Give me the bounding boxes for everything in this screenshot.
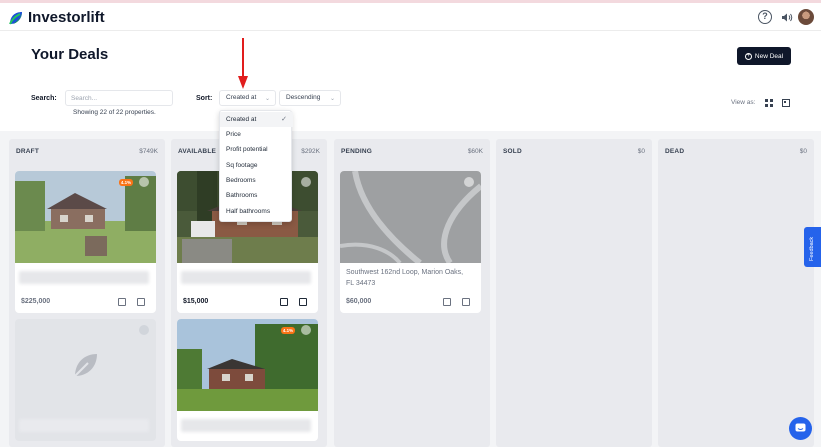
column-total: $749K [139, 148, 158, 155]
blurred-address [181, 271, 311, 284]
annotation-arrow [238, 38, 248, 89]
column-pending: PENDING $60K Southwest 162nd Loop, Mario… [334, 139, 490, 447]
search-label: Search: [31, 95, 57, 102]
page-title: Your Deals [31, 46, 109, 63]
column-title: SOLD [503, 148, 522, 155]
profit-badge: 4.1% [281, 327, 295, 334]
property-photo [15, 171, 156, 263]
column-title: DRAFT [16, 148, 40, 155]
deal-price: $225,000 [21, 298, 51, 305]
column-dead: DEAD $0 [658, 139, 814, 447]
chat-icon [795, 423, 806, 432]
app-logo[interactable]: Investorlift [8, 9, 105, 26]
app-name: Investorlift [28, 9, 105, 26]
property-photo [340, 171, 481, 263]
results-count: Showing 22 of 22 properties. [73, 109, 156, 116]
visibility-icon[interactable] [464, 177, 474, 187]
app-header: Investorlift ? [0, 3, 821, 31]
help-icon[interactable]: ? [758, 10, 772, 24]
sort-option-sq-footage[interactable]: Sq footage [220, 158, 293, 173]
deal-card[interactable]: 4.1% [177, 319, 318, 441]
column-draft: DRAFT $749K 4.1% $225,000 [9, 139, 165, 447]
check-icon: ✓ [281, 116, 287, 123]
chat-launcher[interactable] [789, 417, 812, 440]
calendar-icon[interactable] [280, 298, 288, 306]
edit-icon[interactable] [299, 298, 307, 306]
leaf-placeholder-icon [74, 354, 97, 377]
deal-card[interactable]: 4.1% $225,000 [15, 171, 156, 313]
edit-icon[interactable] [137, 298, 145, 306]
sort-option-price[interactable]: Price [220, 127, 293, 142]
list-view-icon[interactable] [782, 99, 790, 107]
sort-option-profit-potential[interactable]: Profit potential [220, 142, 293, 157]
column-title: DEAD [665, 148, 685, 155]
sort-option-bathrooms[interactable]: Bathrooms [220, 188, 293, 203]
edit-icon[interactable] [462, 298, 470, 306]
column-sold: SOLD $0 [496, 139, 652, 447]
visibility-icon[interactable] [301, 325, 311, 335]
column-total: $60K [467, 148, 483, 155]
feedback-label: Feedback [809, 236, 815, 261]
sort-field-value: Created at [226, 94, 257, 101]
deal-address: Southwest 162nd Loop, Marion Oaks, FL 34… [346, 269, 464, 287]
column-title: AVAILABLE [178, 148, 217, 155]
calendar-icon[interactable] [118, 298, 126, 306]
deal-price: $60,000 [346, 298, 372, 305]
search-input[interactable] [65, 90, 173, 106]
sound-icon[interactable] [781, 12, 793, 23]
sort-order-value: Descending [286, 94, 321, 101]
deal-card[interactable]: Southwest 162nd Loop, Marion Oaks, FL 34… [340, 171, 481, 313]
sort-order-select[interactable]: Descending ⌄ [279, 90, 341, 106]
sort-field-select[interactable]: Created at ⌄ [219, 90, 276, 106]
column-title: PENDING [341, 148, 373, 155]
blurred-address [19, 419, 149, 432]
sort-label: Sort: [196, 95, 213, 102]
sort-dropdown-menu: Created at ✓ Price Profit potential Sq f… [219, 110, 293, 222]
new-deal-button[interactable]: + New Deal [737, 47, 791, 65]
blurred-address [19, 271, 149, 284]
visibility-icon[interactable] [301, 177, 311, 187]
calendar-icon[interactable] [443, 298, 451, 306]
sort-option-label: Created at [226, 116, 257, 123]
column-total: $0 [637, 148, 645, 155]
new-deal-label: New Deal [754, 52, 784, 60]
sort-option-half-bathrooms[interactable]: Half bathrooms [220, 204, 293, 219]
column-total: $292K [301, 148, 320, 155]
feedback-tab[interactable]: Feedback [804, 227, 821, 267]
column-total: $0 [799, 148, 807, 155]
deal-card-placeholder[interactable] [15, 319, 156, 441]
chevron-down-icon: ⌄ [329, 96, 335, 102]
user-avatar[interactable] [798, 9, 814, 25]
leaf-logo-icon [9, 11, 22, 24]
sort-option-created-at[interactable]: Created at ✓ [220, 112, 293, 127]
deal-price: $15,000 [183, 298, 209, 305]
blurred-address [181, 419, 311, 432]
profit-badge: 4.1% [119, 179, 133, 186]
view-as-label: View as: [731, 99, 756, 106]
visibility-icon[interactable] [139, 325, 149, 335]
sort-option-bedrooms[interactable]: Bedrooms [220, 173, 293, 188]
chevron-down-icon: ⌄ [264, 96, 270, 102]
visibility-icon[interactable] [139, 177, 149, 187]
plus-icon: + [744, 52, 752, 60]
property-photo [177, 319, 318, 411]
kanban-view-icon[interactable] [765, 99, 773, 107]
